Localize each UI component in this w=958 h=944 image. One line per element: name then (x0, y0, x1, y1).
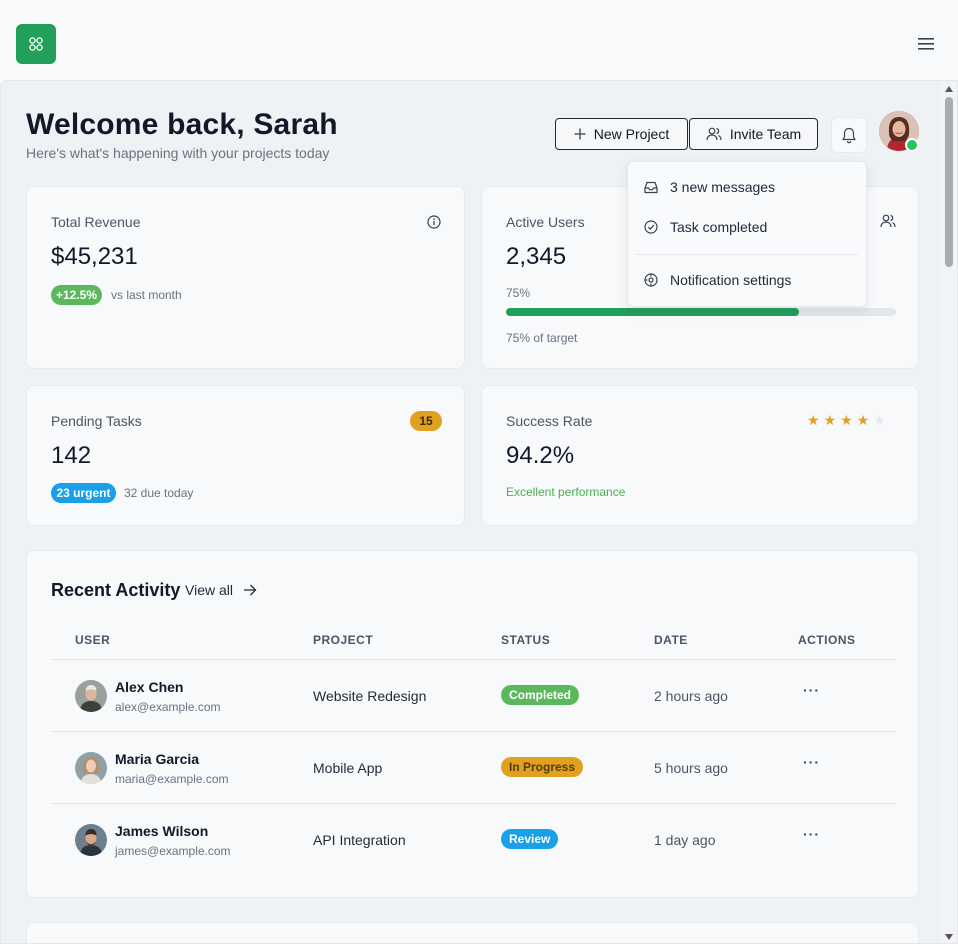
card-title: Success Rate (506, 413, 593, 429)
avatar (75, 824, 107, 856)
next-section-card (26, 922, 919, 943)
column-header-date[interactable]: DATE (654, 633, 688, 647)
performance-note: Excellent performance (506, 485, 626, 499)
avatar (75, 752, 107, 784)
star-icon: ★ (873, 412, 886, 428)
user-email: maria@example.com (115, 772, 229, 786)
app-logo[interactable] (16, 24, 56, 64)
card-title: Active Users (506, 214, 585, 230)
view-all-link[interactable]: View all (185, 582, 257, 598)
revenue-card: Total Revenue $45,231 +12.5% vs last mon… (26, 186, 465, 369)
target-note: 75% of target (506, 331, 578, 345)
revenue-change-badge: +12.5% (51, 285, 102, 305)
pending-count-badge: 15 (410, 411, 442, 431)
settings-icon (644, 273, 658, 287)
notifications-dropdown: 3 new messages Task completed Notificati… (627, 161, 867, 307)
view-all-label: View all (185, 582, 233, 598)
top-bar (0, 0, 958, 81)
new-project-label: New Project (593, 126, 670, 142)
scroll-up-arrow-icon[interactable] (945, 86, 953, 92)
activity-date: 1 day ago (654, 832, 716, 848)
revenue-change-note: vs last month (111, 288, 182, 302)
info-icon[interactable] (427, 215, 441, 234)
notification-item-task[interactable]: Task completed (644, 219, 767, 235)
bell-icon (842, 127, 856, 143)
star-icon: ★ (823, 412, 837, 428)
dropdown-divider (636, 254, 858, 255)
plus-icon (574, 128, 586, 140)
users-icon (706, 127, 722, 141)
user-name: James Wilson (115, 823, 209, 839)
arrow-right-icon (244, 584, 257, 596)
urgent-badge: 23 urgent (51, 483, 116, 503)
user-name: Alex Chen (115, 679, 184, 695)
success-rate-card: Success Rate ★ ★ ★ ★ ★ 94.2% Excellent perfo… (481, 385, 919, 526)
project-name: Mobile App (313, 760, 383, 776)
hamburger-menu-button[interactable] (914, 34, 938, 54)
user-email: alex@example.com (115, 700, 221, 714)
column-header-user[interactable]: USER (75, 633, 110, 647)
new-project-button[interactable]: New Project (555, 118, 688, 150)
star-icon: ★ (856, 412, 870, 428)
invite-team-button[interactable]: Invite Team (689, 118, 818, 150)
recent-activity-card: Recent Activity View all USER PROJECT ST… (26, 550, 919, 898)
card-title: Pending Tasks (51, 413, 142, 429)
notification-label: Task completed (670, 219, 768, 235)
main-content: Welcome back, Sarah Here's what's happen… (0, 80, 958, 944)
check-circle-icon (644, 220, 658, 234)
project-name: API Integration (313, 832, 406, 848)
invite-team-label: Invite Team (729, 126, 802, 142)
column-header-project[interactable]: PROJECT (313, 633, 373, 647)
table-row[interactable]: James Wilson james@example.com API Integ… (51, 804, 896, 876)
status-badge: Completed (501, 685, 580, 705)
revenue-value: $45,231 (51, 243, 138, 270)
activity-date: 2 hours ago (654, 688, 728, 704)
progress-fill (506, 308, 799, 316)
activity-date: 5 hours ago (654, 760, 728, 776)
user-email: james@example.com (115, 844, 231, 858)
scroll-down-arrow-icon[interactable] (945, 934, 953, 940)
avatar (75, 680, 107, 712)
pending-tasks-value: 142 (51, 442, 92, 469)
status-badge: Review (501, 829, 559, 849)
grid-icon (29, 37, 43, 51)
online-status-indicator (905, 138, 919, 152)
scrollbar-thumb[interactable] (945, 97, 953, 267)
column-header-actions: ACTIONS (798, 633, 856, 647)
card-title: Total Revenue (51, 214, 141, 230)
more-actions-icon[interactable]: ··· (803, 826, 820, 842)
status-badge: In Progress (501, 757, 584, 777)
star-icon: ★ (807, 412, 820, 428)
project-name: Website Redesign (313, 688, 427, 704)
more-actions-icon[interactable]: ··· (803, 682, 820, 698)
inbox-icon (644, 181, 658, 193)
star-icon: ★ (840, 412, 853, 428)
users-icon (880, 214, 896, 233)
notification-label: 3 new messages (670, 179, 776, 195)
more-actions-icon[interactable]: ··· (803, 754, 820, 770)
progress-percent-label: 75% (506, 286, 531, 300)
notification-label: Notification settings (670, 272, 792, 288)
progress-bar (506, 308, 896, 316)
pending-tasks-card: Pending Tasks 15 142 23 urgent 32 due to… (26, 385, 465, 526)
user-name: Maria Garcia (115, 751, 200, 767)
page-subtitle: Here's what's happening with your projec… (26, 145, 330, 161)
vertical-scrollbar[interactable] (941, 81, 957, 943)
active-users-value: 2,345 (506, 243, 567, 270)
table-row[interactable]: Maria Garcia maria@example.com Mobile Ap… (51, 732, 896, 804)
due-today-note: 32 due today (124, 486, 194, 500)
page-title: Welcome back, Sarah (26, 108, 338, 141)
section-title: Recent Activity (51, 580, 181, 600)
table-row[interactable]: Alex Chen alex@example.com Website Redes… (51, 660, 896, 732)
notification-settings-item[interactable]: Notification settings (644, 272, 791, 288)
column-header-status[interactable]: STATUS (501, 633, 550, 647)
notifications-button[interactable] (831, 117, 867, 153)
menu-icon (918, 38, 934, 50)
rating-stars: ★ ★ ★ ★ ★ (807, 412, 886, 429)
success-rate-value: 94.2% (506, 442, 575, 469)
notification-item-messages[interactable]: 3 new messages (644, 179, 775, 195)
